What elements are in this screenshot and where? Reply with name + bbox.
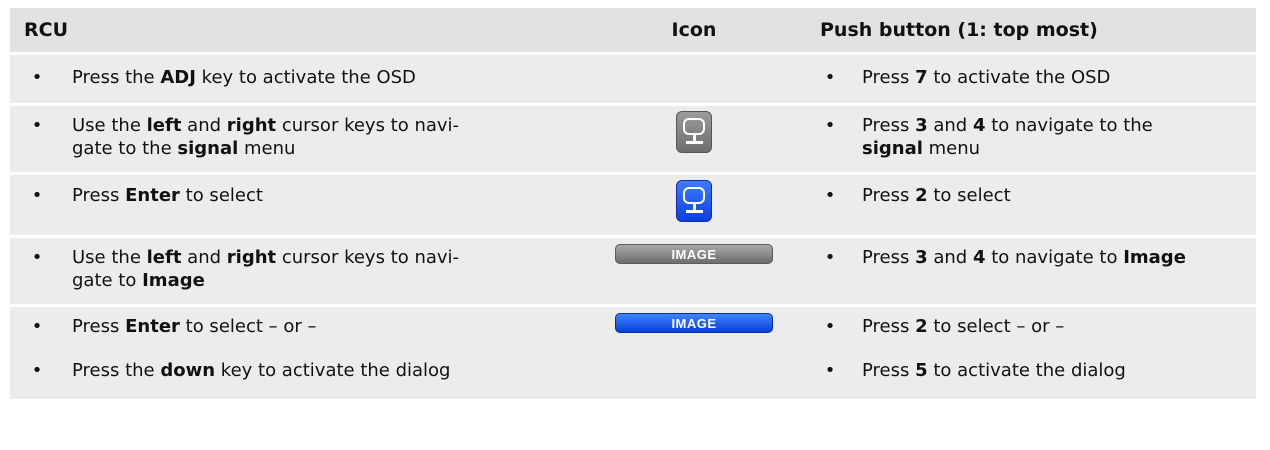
rcu-step: • Press the down key to activate the dia… (31, 360, 451, 381)
monitor-icon (676, 111, 712, 153)
push-step: • Press 3 and 4 to navigate to the signa… (824, 115, 1153, 159)
monitor-icon (676, 180, 712, 222)
header-icon: Icon (671, 19, 717, 41)
table-header: RCU Icon Push button (1: top most) (10, 8, 1256, 52)
push-step: • Press 2 to select – or – (824, 316, 1065, 337)
table-row: • Use the left and right cursor keys to … (10, 106, 1256, 172)
push-step: • Press 7 to activate the OSD (824, 67, 1111, 88)
image-menu-icon: IMAGE (615, 313, 773, 333)
table-row: • Use the left and right cursor keys to … (10, 238, 1256, 304)
rcu-step: • Use the left and right cursor keys to … (31, 115, 460, 159)
header-rcu: RCU (24, 19, 69, 41)
rcu-step: • Use the left and right cursor keys to … (31, 247, 460, 291)
push-step: • Press 3 and 4 to navigate to Image (824, 247, 1186, 268)
table-row: • Press Enter to select • Press 2 to sel… (10, 175, 1256, 235)
table-row: • Press the ADJ key to activate the OSD … (10, 55, 1256, 103)
push-step: • Press 2 to select (824, 185, 1011, 206)
instruction-table: RCU Icon Push button (1: top most) • Pre… (10, 8, 1256, 402)
rcu-step: • Press the ADJ key to activate the OSD (31, 67, 416, 88)
image-menu-icon: IMAGE (615, 244, 773, 264)
rcu-step: • Press Enter to select (31, 185, 263, 206)
header-push-button: Push button (1: top most) (820, 19, 1098, 41)
push-step: • Press 5 to activate the dialog (824, 360, 1126, 381)
icon-cell-empty (585, 55, 803, 103)
rcu-step: • Press Enter to select – or – (31, 316, 317, 337)
table-row: • Press Enter to select – or – • Press t… (10, 307, 1256, 399)
